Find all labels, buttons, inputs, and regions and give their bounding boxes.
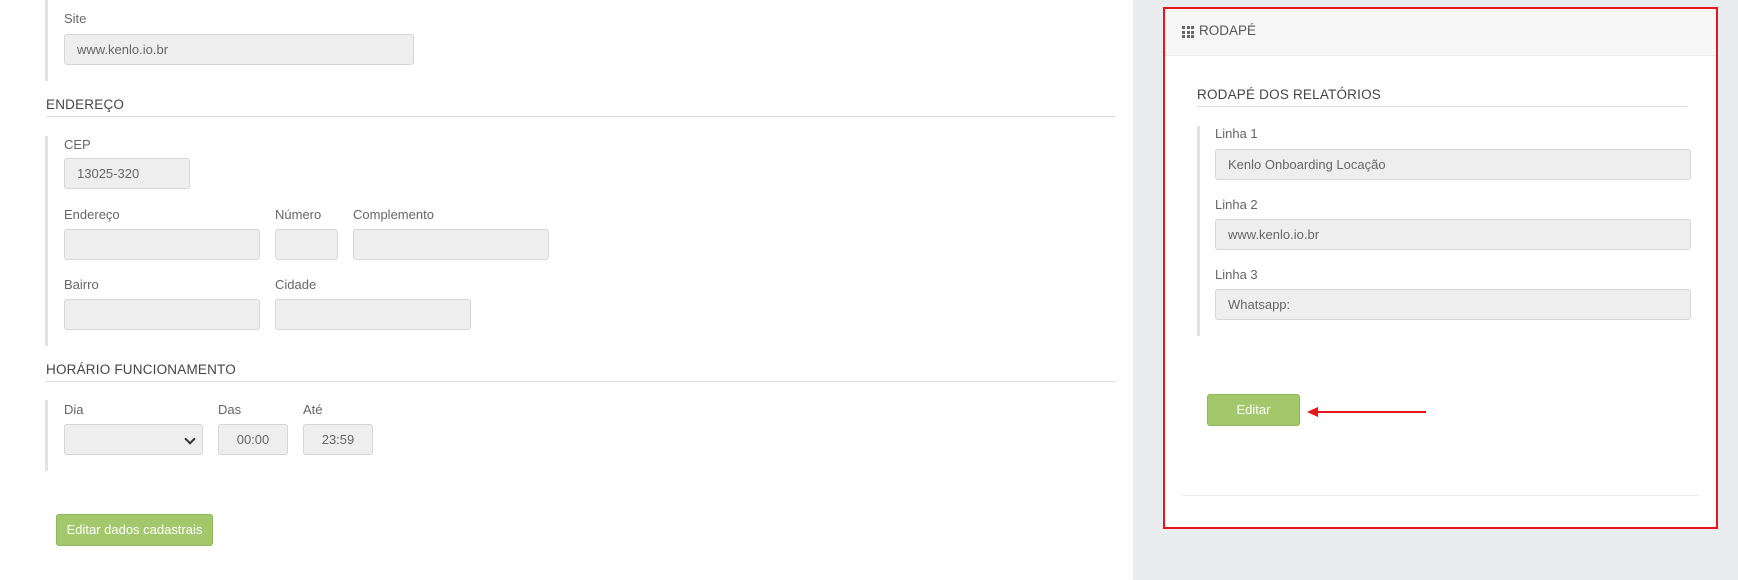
hours-section-title: HORÁRIO FUNCIONAMENTO [46,362,236,377]
linha1-label: Linha 1 [1215,126,1258,141]
linha3-label: Linha 3 [1215,267,1258,282]
das-label: Das [218,402,242,417]
panel-title: RODAPÉ [1199,23,1257,38]
numero-label: Número [275,207,322,222]
footer-panel: RODAPÉ RODAPÉ DOS RELATÓRIOS Linha 1 Ken… [1163,7,1718,529]
hours-section-divider [46,381,1116,382]
main-form-area: Site www.kenlo.io.br ENDEREÇO CEP 13025-… [0,0,1133,580]
grid-icon [1182,26,1194,38]
site-group-bar [45,0,48,81]
annotation-arrow-line [1317,411,1426,413]
address-section-divider [46,116,1116,117]
dia-label: Dia [64,402,84,417]
ate-label: Até [303,402,323,417]
endereco-label: Endereço [64,207,120,222]
annotation-arrow-head [1307,407,1318,417]
edit-registration-button[interactable]: Editar dados cadastrais [56,514,213,546]
address-section-title: ENDEREÇO [46,97,125,112]
complemento-label: Complemento [353,207,434,222]
footer-subtitle-divider [1197,106,1687,107]
footer-subtitle: RODAPÉ DOS RELATÓRIOS [1197,87,1381,102]
linha3-input[interactable]: Whatsapp: [1215,289,1691,320]
das-input[interactable]: 00:00 [218,424,288,455]
cidade-input[interactable] [275,299,471,330]
linha2-label: Linha 2 [1215,197,1258,212]
linha1-input[interactable]: Kenlo Onboarding Locação [1215,149,1691,180]
panel-header: RODAPÉ [1165,9,1716,56]
complemento-input[interactable] [353,229,549,260]
ate-input[interactable]: 23:59 [303,424,373,455]
cep-label: CEP [64,137,91,152]
cidade-label: Cidade [275,277,317,292]
cep-input[interactable]: 13025-320 [64,158,190,189]
endereco-input[interactable] [64,229,260,260]
bairro-input[interactable] [64,299,260,330]
hours-group-bar [45,400,48,471]
footer-lines-group-bar [1197,126,1200,336]
site-input[interactable]: www.kenlo.io.br [64,34,414,65]
edit-footer-button[interactable]: Editar [1207,394,1300,426]
bairro-label: Bairro [64,277,99,292]
dia-select[interactable] [64,424,203,455]
panel-footer-divider [1182,495,1699,496]
address-group-bar [45,136,48,346]
chevron-down-icon [184,433,196,445]
numero-input[interactable] [275,229,338,260]
linha2-input[interactable]: www.kenlo.io.br [1215,219,1691,250]
site-label: Site [64,11,87,26]
